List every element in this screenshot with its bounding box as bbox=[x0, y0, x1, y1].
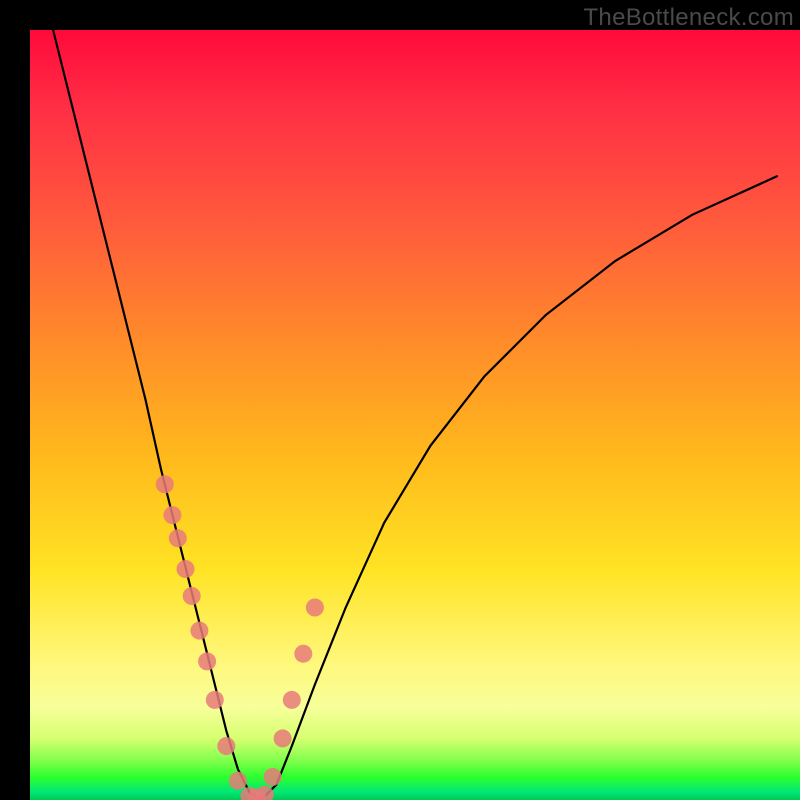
marker-point bbox=[206, 691, 224, 709]
bottleneck-curve bbox=[53, 30, 777, 800]
chart-svg bbox=[30, 30, 800, 800]
marker-point bbox=[274, 729, 292, 747]
marker-point bbox=[156, 475, 174, 493]
marker-point bbox=[163, 506, 181, 524]
marker-point bbox=[283, 691, 301, 709]
marker-point bbox=[229, 772, 247, 790]
marker-point bbox=[190, 622, 208, 640]
marker-point bbox=[177, 560, 195, 578]
marker-point bbox=[294, 645, 312, 663]
watermark-text: TheBottleneck.com bbox=[583, 4, 794, 32]
marker-point bbox=[217, 737, 235, 755]
marker-point bbox=[256, 786, 274, 800]
marker-group bbox=[156, 475, 324, 800]
chart-frame: TheBottleneck.com bbox=[0, 0, 800, 800]
marker-point bbox=[198, 652, 216, 670]
marker-point bbox=[264, 768, 282, 786]
plot-area bbox=[30, 30, 800, 800]
marker-point bbox=[169, 529, 187, 547]
marker-point bbox=[183, 587, 201, 605]
marker-point bbox=[306, 599, 324, 617]
